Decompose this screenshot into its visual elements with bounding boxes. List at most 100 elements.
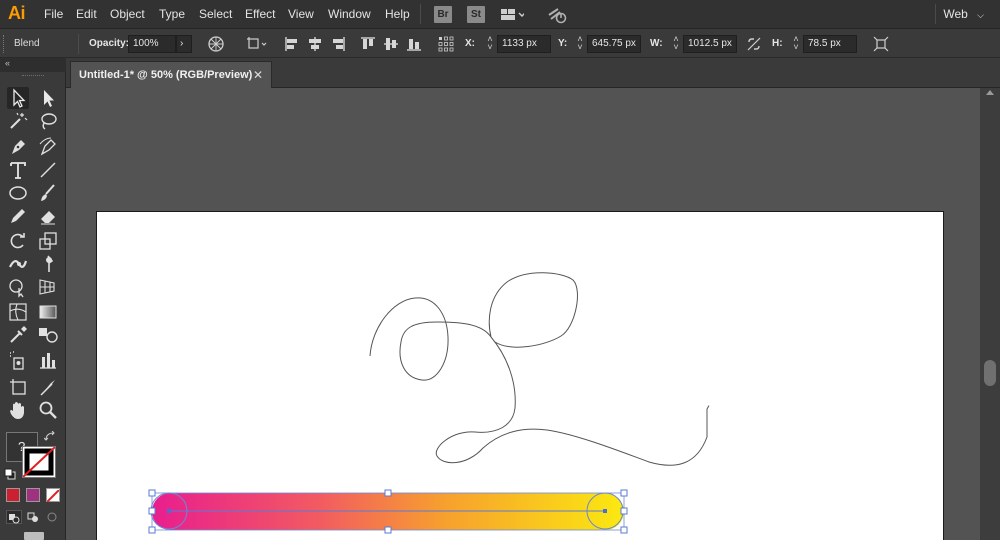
arrange-documents-icon[interactable] — [500, 7, 526, 23]
zoom-tool-icon[interactable] — [37, 399, 59, 421]
opacity-field[interactable]: 100% — [128, 35, 176, 53]
control-bar-grip[interactable] — [3, 35, 5, 53]
color-mode-icon[interactable] — [6, 488, 20, 502]
gpu-performance-icon[interactable] — [546, 6, 568, 24]
tools-panel-header[interactable]: « — [0, 58, 66, 72]
opacity-label: Opacity: — [89, 38, 130, 49]
handle-top-right[interactable] — [620, 489, 628, 497]
menu-edit[interactable]: Edit — [76, 7, 97, 21]
selection-tool-icon[interactable] — [7, 87, 29, 109]
close-icon[interactable]: ✕ — [253, 68, 263, 82]
scroll-up-icon[interactable] — [986, 90, 994, 95]
gradient-mode-icon[interactable] — [26, 488, 40, 502]
perspective-grid-tool-icon[interactable] — [37, 276, 59, 298]
h-field[interactable]: 78.5 px — [803, 35, 857, 53]
blend-tool-icon[interactable] — [37, 324, 59, 346]
align-horizontal-center-icon[interactable] — [307, 36, 323, 52]
lasso-tool-icon[interactable] — [37, 110, 59, 132]
menu-effect[interactable]: Effect — [245, 7, 275, 21]
workspace-switcher[interactable]: Web ⌵ — [943, 7, 984, 21]
tools-panel-grip[interactable] — [22, 75, 44, 77]
menu-view[interactable]: View — [288, 7, 314, 21]
vertical-scrollbar[interactable] — [980, 88, 1000, 540]
width-tool-icon[interactable] — [7, 253, 29, 275]
recolor-artwork-icon[interactable] — [208, 36, 224, 52]
none-mode-icon[interactable] — [46, 488, 60, 503]
x-label: X: — [465, 38, 475, 49]
handle-middle-left[interactable] — [148, 507, 156, 515]
direct-selection-tool-icon[interactable] — [37, 87, 59, 109]
bridge-button[interactable]: Br — [434, 6, 452, 23]
curvature-tool-icon[interactable] — [37, 136, 59, 158]
hand-tool-icon[interactable] — [7, 399, 29, 421]
scrollbar-thumb[interactable] — [984, 360, 996, 386]
handle-bottom-left[interactable] — [148, 526, 156, 534]
reference-point-icon[interactable] — [438, 36, 454, 52]
mesh-tool-icon[interactable] — [7, 301, 29, 323]
default-fill-stroke-icon[interactable] — [4, 467, 16, 480]
x-stepper-icon[interactable]: ˄ ˅ — [484, 35, 496, 53]
w-label: W: — [650, 38, 663, 49]
align-top-icon[interactable] — [360, 36, 376, 52]
menu-object[interactable]: Object — [110, 7, 145, 21]
menu-file[interactable]: File — [44, 7, 63, 21]
column-graph-tool-icon[interactable] — [37, 349, 59, 371]
draw-normal-icon[interactable] — [6, 510, 22, 524]
menu-select[interactable]: Select — [199, 7, 232, 21]
freehand-path[interactable] — [369, 297, 710, 466]
symbol-sprayer-tool-icon[interactable] — [7, 349, 29, 371]
align-to-selection-icon[interactable] — [246, 36, 270, 52]
document-tab[interactable]: Untitled-1* @ 50% (RGB/Preview) ✕ — [70, 61, 272, 88]
paintbrush-tool-icon[interactable] — [37, 182, 59, 204]
eyedropper-tool-icon[interactable] — [7, 324, 29, 346]
screen-mode-icon[interactable] — [24, 532, 44, 540]
scale-tool-icon[interactable] — [37, 230, 59, 252]
menu-bar: Ai File Edit Object Type Select Effect V… — [0, 0, 1000, 29]
w-stepper-icon[interactable]: ˄ ˅ — [670, 35, 682, 53]
freehand-path-top-loop[interactable] — [488, 272, 578, 348]
menu-type[interactable]: Type — [159, 7, 185, 21]
eraser-tool-icon[interactable] — [37, 205, 59, 227]
menu-help[interactable]: Help — [385, 7, 410, 21]
align-vertical-center-icon[interactable] — [383, 36, 399, 52]
type-tool-icon[interactable] — [7, 159, 29, 181]
blend-start-anchor[interactable] — [167, 509, 171, 513]
transform-icon[interactable] — [873, 36, 889, 52]
pencil-tool-icon[interactable] — [7, 205, 29, 227]
handle-middle-right[interactable] — [620, 507, 628, 515]
rotate-tool-icon[interactable] — [7, 230, 29, 252]
constrain-proportions-icon[interactable] — [746, 36, 762, 52]
stroke-swatch[interactable] — [22, 446, 56, 478]
puppet-warp-tool-icon[interactable] — [37, 253, 59, 275]
y-stepper-icon[interactable]: ˄ ˅ — [574, 35, 586, 53]
handle-top-left[interactable] — [148, 489, 156, 497]
blend-end-anchor[interactable] — [603, 509, 607, 513]
swap-fill-stroke-icon[interactable] — [43, 430, 58, 442]
h-stepper-icon[interactable]: ˄ ˅ — [790, 35, 802, 53]
opacity-dropdown[interactable]: › — [176, 35, 192, 53]
line-segment-tool-icon[interactable] — [37, 159, 59, 181]
slice-tool-icon[interactable] — [37, 376, 59, 398]
align-left-icon[interactable] — [284, 36, 300, 52]
magic-wand-tool-icon[interactable] — [7, 110, 29, 132]
canvas-area[interactable] — [66, 88, 980, 540]
artboard-tool-icon[interactable] — [7, 376, 29, 398]
ellipse-tool-icon[interactable] — [7, 182, 29, 204]
x-field[interactable]: 1133 px — [497, 35, 551, 53]
pen-tool-icon[interactable] — [7, 136, 29, 158]
handle-bottom-right[interactable] — [620, 526, 628, 534]
gradient-tool-icon[interactable] — [37, 301, 59, 323]
menu-window[interactable]: Window — [328, 7, 371, 21]
w-field[interactable]: 1012.5 px — [683, 35, 737, 53]
handle-bottom-middle[interactable] — [384, 526, 392, 534]
draw-behind-icon[interactable] — [26, 510, 42, 524]
y-field[interactable]: 645.75 px — [587, 35, 641, 53]
align-bottom-icon[interactable] — [406, 36, 422, 52]
align-right-icon[interactable] — [330, 36, 346, 52]
artboard[interactable] — [96, 211, 944, 540]
shape-builder-tool-icon[interactable] — [7, 276, 29, 298]
stock-button[interactable]: St — [467, 6, 485, 23]
handle-top-middle[interactable] — [384, 489, 392, 497]
draw-inside-icon[interactable] — [45, 510, 61, 524]
collapse-panel-icon[interactable]: « — [5, 58, 10, 68]
